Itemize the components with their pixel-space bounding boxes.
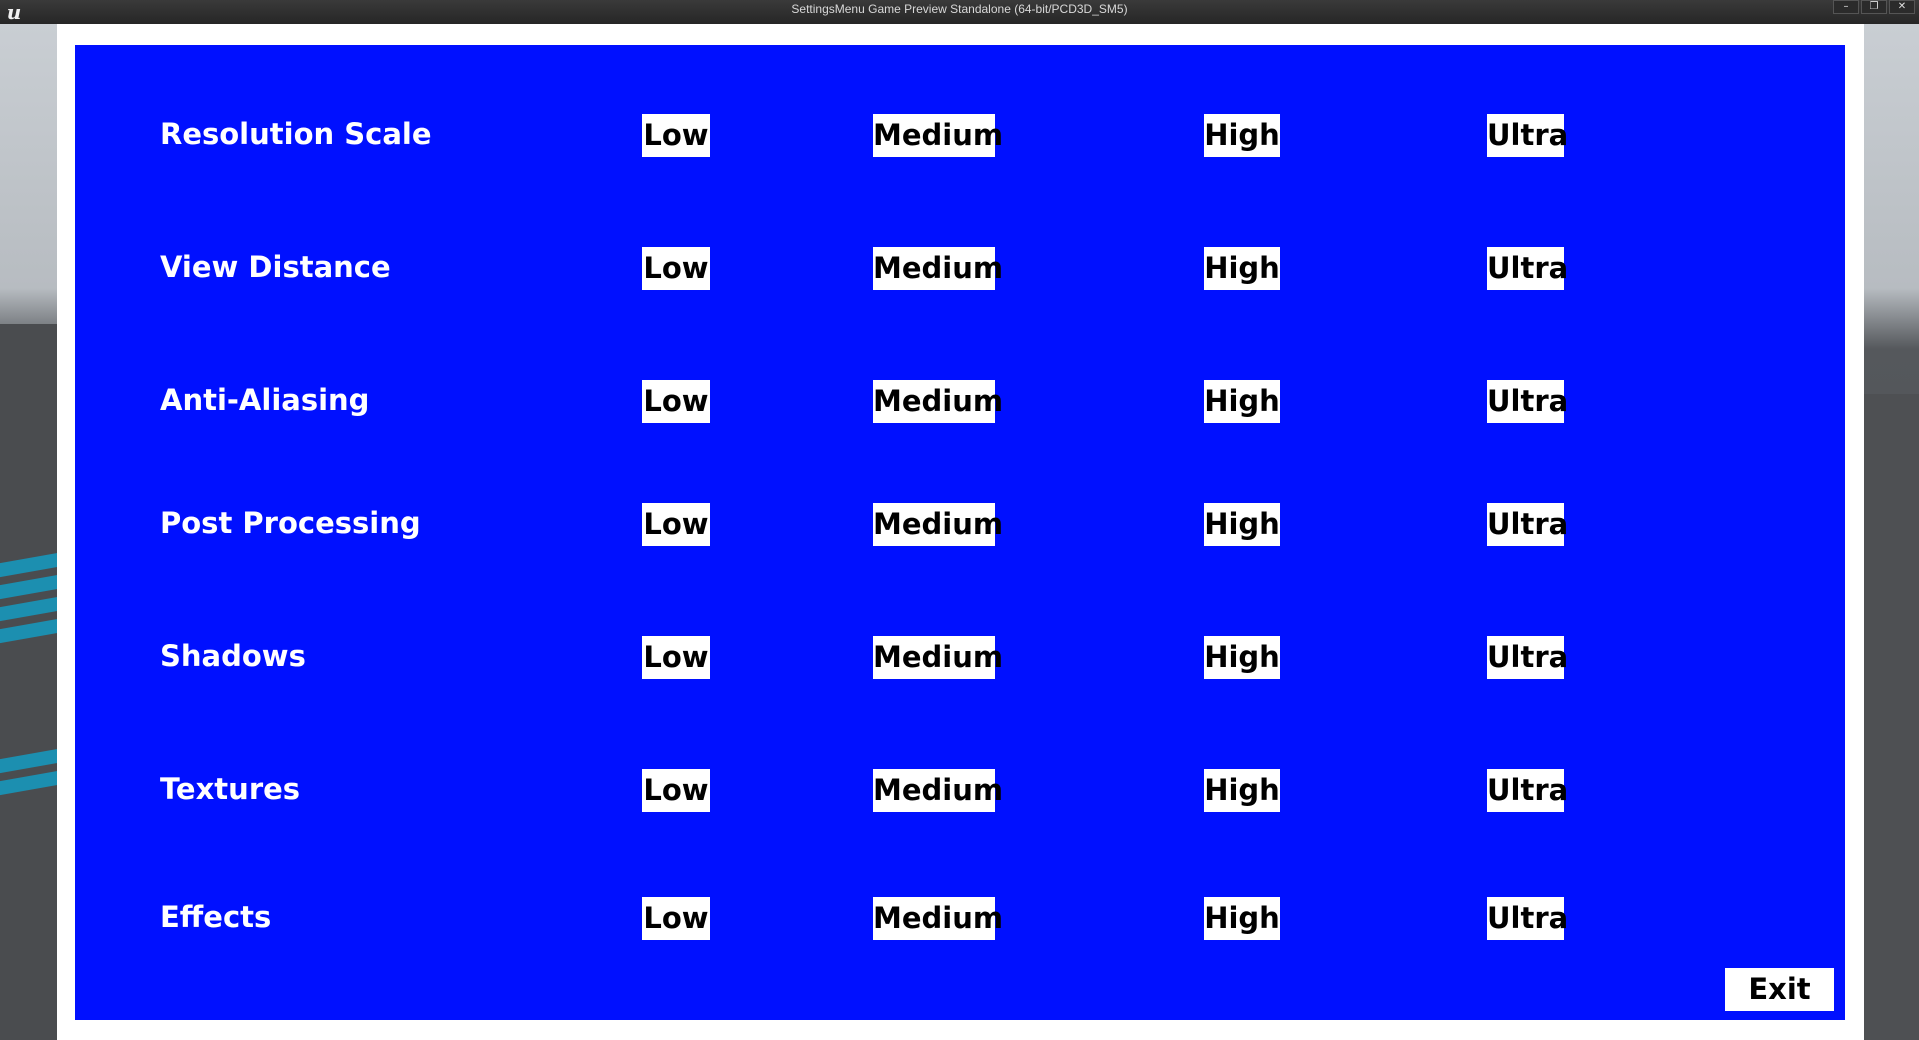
quality-low-button[interactable]: Low: [642, 114, 710, 157]
quality-medium-button[interactable]: Medium: [873, 114, 1003, 157]
setting-label: View Distance: [160, 250, 391, 284]
scene-right-wall: [1861, 394, 1919, 1040]
quality-low-button[interactable]: Low: [642, 636, 710, 679]
close-icon[interactable]: ✕: [1889, 0, 1915, 14]
restore-icon[interactable]: ❐: [1861, 0, 1887, 14]
quality-medium-button[interactable]: Medium: [873, 769, 1003, 812]
setting-row: Textures Low Medium High Ultra: [75, 769, 1845, 813]
quality-medium-button[interactable]: Medium: [873, 247, 1003, 290]
quality-high-button[interactable]: High: [1204, 114, 1280, 157]
minimize-icon[interactable]: –: [1833, 0, 1859, 14]
quality-high-button[interactable]: High: [1204, 769, 1280, 812]
window-controls: – ❐ ✕: [1833, 0, 1915, 14]
quality-ultra-button[interactable]: Ultra: [1487, 636, 1568, 679]
setting-label: Effects: [160, 900, 272, 934]
setting-row: Resolution Scale Low Medium High Ultra: [75, 114, 1845, 158]
quality-high-button[interactable]: High: [1204, 247, 1280, 290]
quality-low-button[interactable]: Low: [642, 503, 710, 546]
scene-left-wall: [0, 324, 58, 1040]
exit-button[interactable]: Exit: [1725, 968, 1834, 1011]
setting-row: Shadows Low Medium High Ultra: [75, 636, 1845, 680]
quality-low-button[interactable]: Low: [642, 897, 710, 940]
quality-medium-button[interactable]: Medium: [873, 503, 1003, 546]
quality-ultra-button[interactable]: Ultra: [1487, 114, 1568, 157]
title-bar[interactable]: u SettingsMenu Game Preview Standalone (…: [0, 0, 1919, 25]
settings-panel: Resolution Scale Low Medium High Ultra View D…: [75, 45, 1845, 1020]
setting-row: View Distance Low Medium High Ultra: [75, 247, 1845, 291]
quality-ultra-button[interactable]: Ultra: [1487, 380, 1568, 423]
quality-ultra-button[interactable]: Ultra: [1487, 503, 1568, 546]
game-preview-window: u SettingsMenu Game Preview Standalone (…: [0, 0, 1919, 1040]
quality-medium-button[interactable]: Medium: [873, 380, 1003, 423]
setting-label: Resolution Scale: [160, 117, 432, 151]
setting-label: Shadows: [160, 639, 306, 673]
quality-high-button[interactable]: High: [1204, 897, 1280, 940]
quality-low-button[interactable]: Low: [642, 247, 710, 290]
quality-high-button[interactable]: High: [1204, 380, 1280, 423]
setting-row: Effects Low Medium High Ultra: [75, 897, 1845, 941]
setting-label: Anti-Aliasing: [160, 383, 370, 417]
quality-medium-button[interactable]: Medium: [873, 636, 1003, 679]
window-title: SettingsMenu Game Preview Standalone (64…: [791, 2, 1128, 16]
quality-ultra-button[interactable]: Ultra: [1487, 769, 1568, 812]
quality-ultra-button[interactable]: Ultra: [1487, 897, 1568, 940]
quality-high-button[interactable]: High: [1204, 636, 1280, 679]
setting-row: Post Processing Low Medium High Ultra: [75, 503, 1845, 547]
quality-ultra-button[interactable]: Ultra: [1487, 247, 1568, 290]
setting-label: Post Processing: [160, 506, 421, 540]
setting-row: Anti-Aliasing Low Medium High Ultra: [75, 380, 1845, 424]
setting-label: Textures: [160, 772, 301, 806]
quality-low-button[interactable]: Low: [642, 769, 710, 812]
quality-low-button[interactable]: Low: [642, 380, 710, 423]
quality-medium-button[interactable]: Medium: [873, 897, 1003, 940]
quality-high-button[interactable]: High: [1204, 503, 1280, 546]
